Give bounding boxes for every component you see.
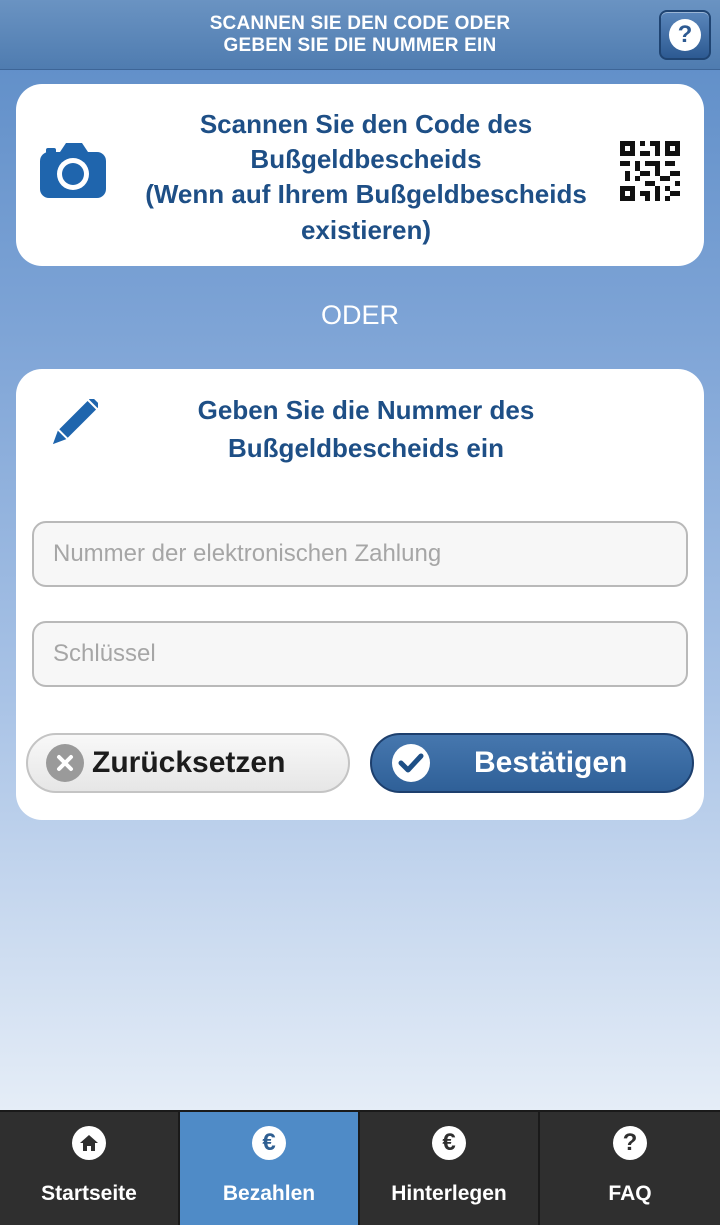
- reset-button[interactable]: Zurücksetzen: [26, 733, 350, 793]
- confirm-button-label: Bestätigen: [474, 746, 628, 779]
- scan-instructions: Scannen Sie den Code des Bußgeldbescheid…: [126, 106, 606, 248]
- euro-icon: €: [432, 1126, 466, 1160]
- pencil-icon: [52, 399, 98, 445]
- euro-icon: €: [252, 1126, 286, 1160]
- confirm-button[interactable]: Bestätigen: [370, 733, 694, 793]
- camera-icon: [40, 143, 106, 198]
- payment-number-input[interactable]: [32, 521, 688, 587]
- nav-label: Bezahlen: [222, 1182, 316, 1205]
- question-icon: ?: [669, 19, 701, 51]
- scan-code-card[interactable]: Scannen Sie den Code des Bußgeldbescheid…: [16, 84, 704, 266]
- nav-item-startseite[interactable]: Startseite: [0, 1110, 180, 1225]
- nav-item-bezahlen[interactable]: € Bezahlen: [180, 1110, 360, 1225]
- nav-label: Hinterlegen: [391, 1182, 507, 1205]
- home-icon: [72, 1126, 106, 1160]
- nav-item-hinterlegen[interactable]: € Hinterlegen: [360, 1110, 540, 1225]
- checkmark-icon: [392, 744, 430, 782]
- bottom-navigation: Startseite € Bezahlen € Hinterlegen ? FA…: [0, 1110, 720, 1225]
- or-separator: ODER: [320, 300, 399, 330]
- entry-title: Geben Sie die Nummer des Bußgeldbescheid…: [197, 395, 535, 463]
- manual-entry-card: Geben Sie die Nummer des Bußgeldbescheid…: [16, 369, 704, 820]
- question-icon: ?: [613, 1126, 647, 1160]
- app-header: SCANNEN SIE DEN CODE ODER GEBEN SIE DIE …: [0, 0, 720, 70]
- nav-label: FAQ: [608, 1182, 652, 1205]
- reset-button-label: Zurücksetzen: [92, 746, 286, 779]
- scan-line-2: Bußgeldbescheids: [250, 144, 482, 174]
- help-button[interactable]: ?: [659, 10, 711, 60]
- page-title: SCANNEN SIE DEN CODE ODER GEBEN SIE DIE …: [209, 12, 511, 56]
- nav-label: Startseite: [41, 1182, 137, 1205]
- scan-line-3: (Wenn auf Ihrem Bußgeldbescheids existie…: [145, 179, 587, 245]
- scan-line-1: Scannen Sie den Code des: [199, 109, 533, 139]
- key-input[interactable]: [32, 621, 688, 687]
- close-icon: [46, 744, 84, 782]
- qr-code-icon: [620, 141, 680, 201]
- nav-item-faq[interactable]: ? FAQ: [540, 1110, 720, 1225]
